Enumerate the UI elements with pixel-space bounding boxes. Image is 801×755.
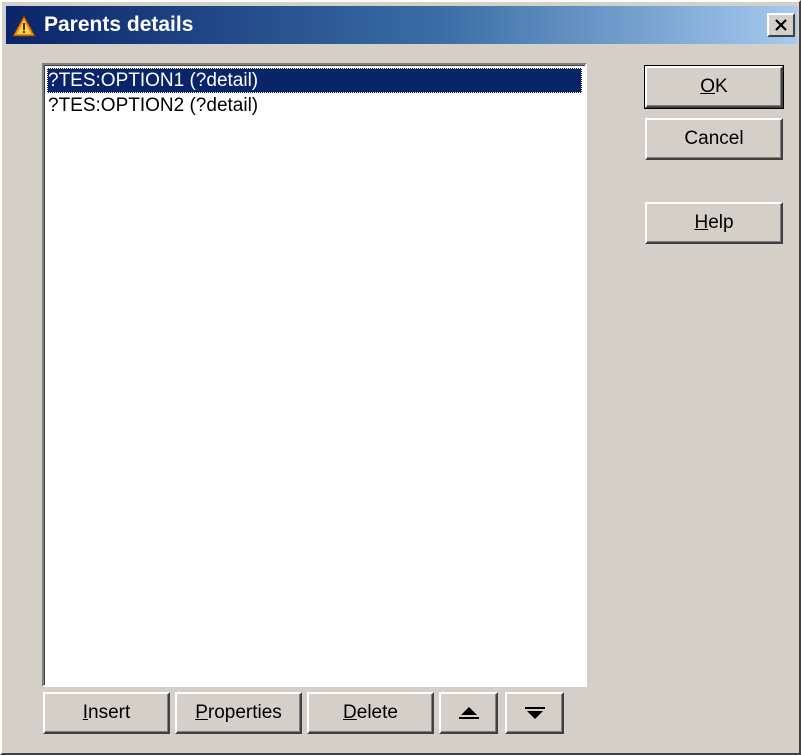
- warning-triangle-icon: [12, 14, 36, 37]
- ok-mnemonic: O: [700, 76, 716, 97]
- help-button[interactable]: Help: [645, 202, 783, 244]
- ok-button[interactable]: OK: [644, 65, 784, 109]
- cancel-label: Cancel: [684, 128, 744, 149]
- help-label-rest: elp: [708, 212, 734, 233]
- arrow-down-icon: [524, 707, 545, 719]
- delete-label-rest: elete: [356, 702, 398, 723]
- properties-mnemonic: P: [195, 702, 208, 723]
- title-bar[interactable]: Parents details: [6, 6, 797, 44]
- window-title: Parents details: [44, 13, 194, 36]
- close-icon: [775, 19, 787, 31]
- list-item[interactable]: ?TES:OPTION2 (?detail): [47, 93, 582, 118]
- cancel-button[interactable]: Cancel: [645, 118, 783, 160]
- help-mnemonic: H: [694, 212, 709, 233]
- parents-listbox[interactable]: ?TES:OPTION1 (?detail) ?TES:OPTION2 (?de…: [42, 63, 587, 687]
- ok-label-rest: K: [715, 76, 728, 97]
- properties-button[interactable]: Properties: [175, 692, 302, 734]
- delete-button[interactable]: Delete: [307, 692, 434, 734]
- delete-mnemonic: D: [343, 702, 357, 723]
- properties-label-rest: roperties: [207, 702, 282, 723]
- arrow-up-icon: [458, 707, 479, 719]
- dialog-window: Parents details ?TES:OPTION1 (?detail) ?…: [0, 0, 801, 755]
- insert-label-rest: nsert: [88, 702, 131, 723]
- insert-button[interactable]: Insert: [43, 692, 170, 734]
- close-button[interactable]: [767, 13, 795, 37]
- move-up-button[interactable]: [439, 692, 498, 734]
- list-item[interactable]: ?TES:OPTION1 (?detail): [47, 68, 582, 93]
- move-down-button[interactable]: [505, 692, 564, 734]
